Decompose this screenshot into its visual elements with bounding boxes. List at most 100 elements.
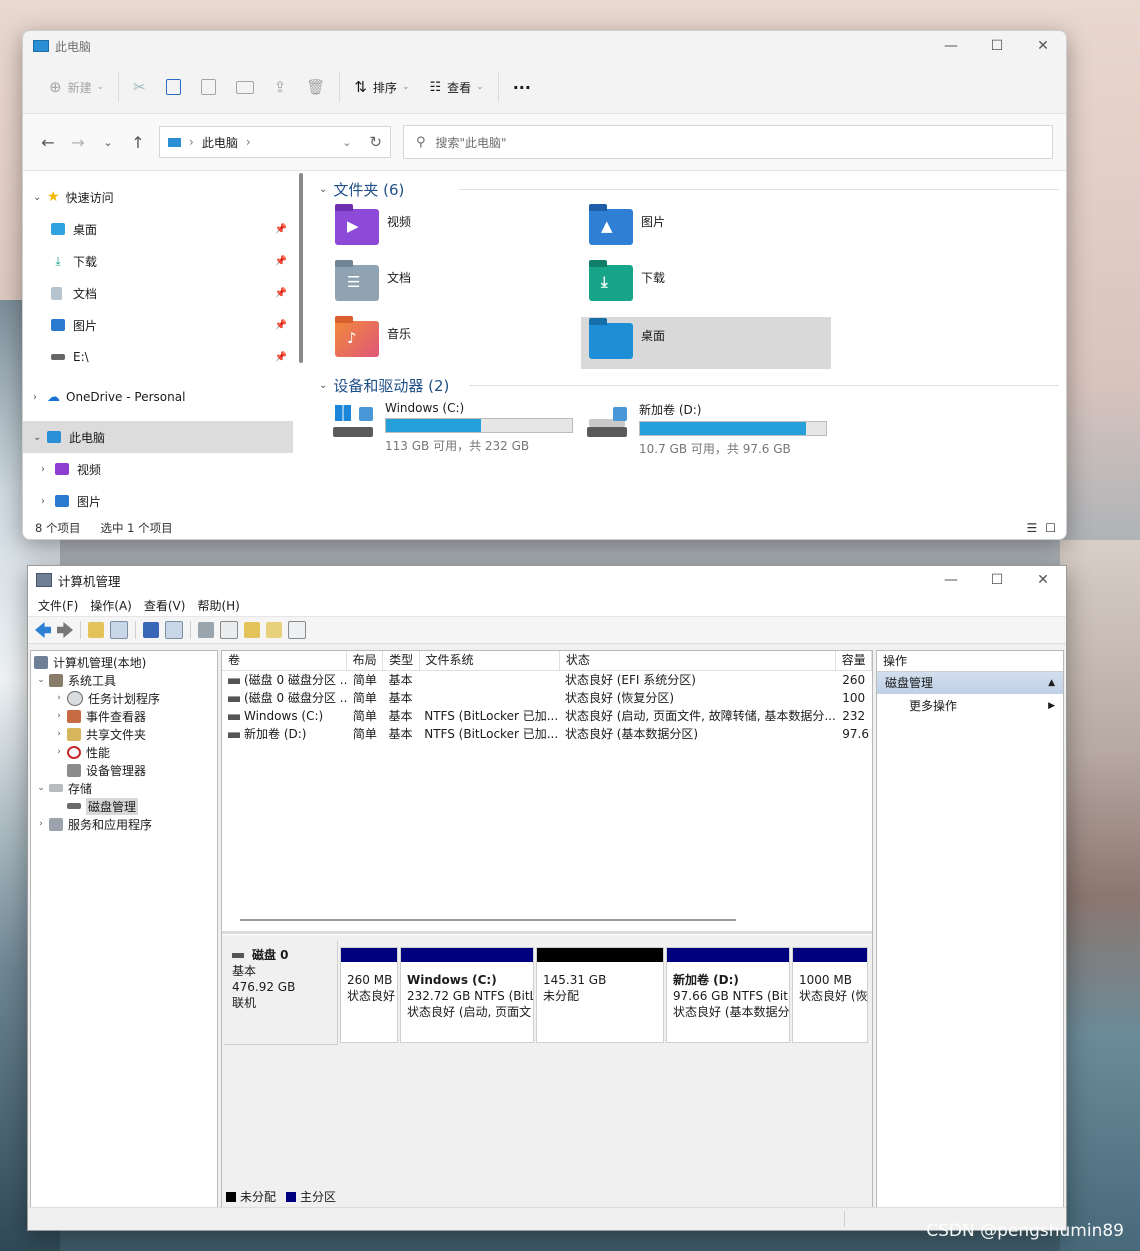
close-button[interactable]: ✕	[1020, 566, 1066, 594]
check-icon[interactable]	[220, 621, 238, 639]
details-view-icon[interactable]: ☰	[1026, 521, 1037, 535]
recent-chevron-icon[interactable]: ⌄	[93, 136, 123, 149]
col-layout[interactable]: 布局	[347, 651, 384, 670]
folder-music[interactable]: ♪ 音乐	[331, 316, 581, 371]
menu-action[interactable]: 操作(A)	[84, 597, 138, 614]
maximize-button[interactable]: ☐	[974, 31, 1020, 61]
chevron-right-icon[interactable]: ›	[51, 711, 67, 721]
menu-file[interactable]: 文件(F)	[32, 597, 84, 614]
chevron-right-icon[interactable]: ›	[41, 464, 55, 475]
volume-row[interactable]: Windows (C:) 简单 基本 NTFS (BitLocker 已加... 状态良…	[222, 707, 872, 725]
chevron-down-icon[interactable]: ⌄	[342, 136, 351, 149]
chevron-down-icon[interactable]: ⌄	[33, 675, 49, 685]
tree-item-pictures[interactable]: 图片 📌	[23, 309, 295, 341]
copy-button[interactable]	[156, 72, 191, 102]
pin-icon[interactable]: 📌	[275, 320, 287, 331]
chevron-right-icon[interactable]: ›	[41, 496, 55, 507]
export-icon[interactable]	[244, 622, 260, 638]
pin-icon[interactable]: 📌	[275, 224, 287, 235]
show-tree-icon[interactable]	[110, 621, 128, 639]
forward-arrow-icon[interactable]: →	[63, 133, 93, 152]
folders-group-header[interactable]: ⌄ 文件夹 (6)	[319, 179, 1059, 200]
folder-documents[interactable]: ☰ 文档	[331, 260, 581, 315]
close-button[interactable]: ✕	[1020, 31, 1066, 61]
forward-arrow-icon[interactable]	[57, 622, 73, 638]
minimize-button[interactable]: —	[928, 31, 974, 61]
tree-item-pictures-sub[interactable]: › 图片	[23, 485, 295, 517]
tree-device-manager[interactable]: 设备管理器	[31, 761, 217, 779]
chevron-right-icon[interactable]: ›	[33, 392, 47, 403]
chevron-down-icon[interactable]: ⌄	[33, 192, 47, 203]
large-icons-view-icon[interactable]: ☐	[1045, 521, 1056, 535]
col-volume[interactable]: 卷	[222, 651, 347, 670]
minimize-button[interactable]: —	[928, 566, 974, 594]
address-bar[interactable]: › 此电脑 › ⌄ ↻	[159, 126, 391, 158]
partition-block[interactable]: Windows (C:) 232.72 GB NTFS (BitL 状态良好 (启动…	[400, 947, 534, 1043]
up-folder-icon[interactable]	[88, 622, 104, 638]
chevron-right-icon[interactable]: ›	[51, 747, 67, 757]
view-button[interactable]: ☷ 查看 ⌄	[419, 72, 493, 102]
chevron-down-icon[interactable]: ⌄	[33, 783, 49, 793]
volume-row[interactable]: (磁盘 0 磁盘分区 ... 简单 基本 状态良好 (恢复分区) 100	[222, 689, 872, 707]
drive-c[interactable]: Windows (C:) 113 GB 可用，共 232 GB	[333, 401, 583, 453]
chevron-right-icon[interactable]: ›	[51, 729, 67, 739]
tree-services-apps[interactable]: › 服务和应用程序	[31, 815, 217, 833]
partition-block[interactable]: 260 MB 状态良好	[340, 947, 398, 1043]
col-capacity[interactable]: 容量	[836, 651, 872, 670]
tree-storage[interactable]: ⌄ 存储	[31, 779, 217, 797]
back-arrow-icon[interactable]	[35, 622, 51, 638]
menu-help[interactable]: 帮助(H)	[191, 597, 245, 614]
horizontal-scrollbar[interactable]	[240, 919, 736, 921]
col-type[interactable]: 类型	[383, 651, 420, 670]
more-options-button[interactable]: ···	[503, 72, 541, 102]
tree-disk-management[interactable]: 磁盘管理	[31, 797, 217, 815]
back-arrow-icon[interactable]: ←	[33, 133, 63, 152]
action-pane-icon[interactable]	[165, 621, 183, 639]
drives-group-header[interactable]: ⌄ 设备和驱动器 (2)	[319, 375, 1059, 396]
maximize-button[interactable]: ☐	[974, 566, 1020, 594]
partition-block[interactable]: 145.31 GB 未分配	[536, 947, 664, 1043]
tree-item-downloads[interactable]: ⤓ 下载 📌	[23, 245, 295, 277]
disk-0-label[interactable]: 磁盘 0 基本 476.92 GB 联机	[224, 941, 338, 1045]
new-button[interactable]: ⊕ 新建 ⌄	[39, 72, 114, 102]
tree-task-scheduler[interactable]: › 任务计划程序	[31, 689, 217, 707]
tree-performance[interactable]: › 性能	[31, 743, 217, 761]
share-button[interactable]: ⇪	[264, 72, 297, 102]
properties-icon[interactable]	[288, 621, 306, 639]
tree-root[interactable]: 计算机管理(本地)	[31, 653, 217, 671]
up-arrow-icon[interactable]: ↑	[123, 133, 153, 152]
sort-button[interactable]: ⇅ 排序 ⌄	[344, 72, 419, 102]
folder-desktop[interactable]: 桌面	[581, 317, 831, 369]
tree-system-tools[interactable]: ⌄ 系统工具	[31, 671, 217, 689]
folder-videos[interactable]: ▶ 视频	[331, 204, 581, 259]
more-actions-item[interactable]: 更多操作 ▶	[877, 694, 1063, 718]
chevron-right-icon[interactable]: ›	[51, 693, 67, 703]
connect-icon[interactable]	[198, 622, 214, 638]
tree-quick-access[interactable]: ⌄ ★ 快速访问	[23, 181, 295, 213]
delete-button[interactable]: 🗑	[296, 72, 335, 102]
volume-row[interactable]: (磁盘 0 磁盘分区 ... 简单 基本 状态良好 (EFI 系统分区) 260	[222, 671, 872, 689]
tree-item-e-drive[interactable]: E:\ 📌	[23, 341, 295, 373]
refresh-icon[interactable]: ↻	[369, 133, 382, 151]
volume-row[interactable]: 新加卷 (D:) 简单 基本 NTFS (BitLocker 已加... 状态良好 (基…	[222, 725, 872, 743]
menu-view[interactable]: 查看(V)	[138, 597, 192, 614]
folder-pictures[interactable]: ▲ 图片	[585, 204, 835, 259]
pin-icon[interactable]: 📌	[275, 288, 287, 299]
search-box[interactable]: ⚲ 搜索"此电脑"	[403, 125, 1053, 159]
tree-shared-folders[interactable]: › 共享文件夹	[31, 725, 217, 743]
tree-item-onedrive[interactable]: › ☁ OneDrive - Personal	[23, 381, 295, 413]
tree-item-this-pc[interactable]: ⌄ 此电脑	[23, 421, 293, 453]
col-filesystem[interactable]: 文件系统	[420, 651, 560, 670]
navigation-scrollbar[interactable]	[299, 173, 303, 363]
tree-item-desktop[interactable]: 桌面 📌	[23, 213, 295, 245]
pin-icon[interactable]: 📌	[275, 256, 287, 267]
partition-block[interactable]: 1000 MB 状态良好 (恢	[792, 947, 868, 1043]
tree-item-videos[interactable]: › 视频	[23, 453, 295, 485]
actions-section-disk-management[interactable]: 磁盘管理 ▲	[877, 672, 1063, 694]
tree-event-viewer[interactable]: › 事件查看器	[31, 707, 217, 725]
paste-button[interactable]	[191, 72, 226, 102]
folder-downloads[interactable]: ⤓ 下载	[585, 260, 835, 315]
col-status[interactable]: 状态	[560, 651, 836, 670]
chevron-right-icon[interactable]: ›	[33, 819, 49, 829]
cut-button[interactable]: ✂	[123, 72, 156, 102]
